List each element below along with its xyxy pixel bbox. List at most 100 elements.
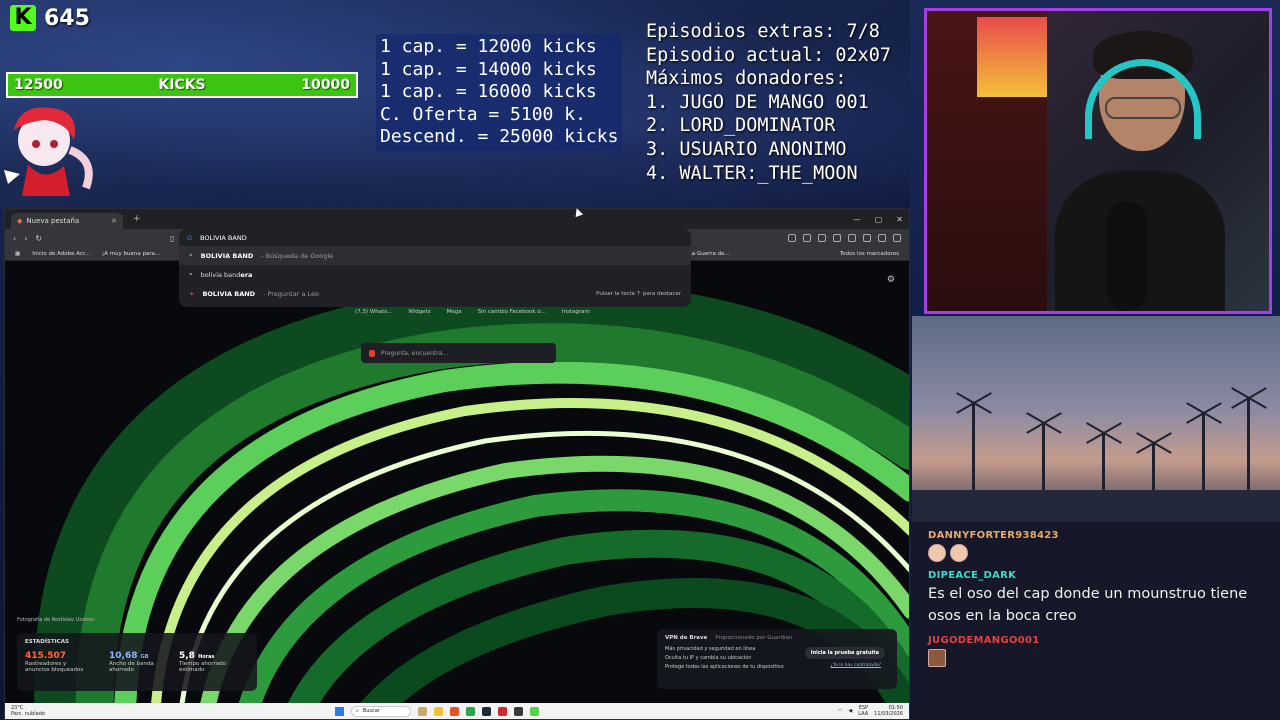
music-icon[interactable] — [848, 234, 856, 242]
quick-link[interactable]: Widgets — [408, 309, 430, 315]
brave-search-box[interactable]: Pregunta, encuentra... — [361, 343, 556, 363]
language-indicator[interactable]: ESP LAA — [858, 705, 868, 717]
chat-username[interactable]: DIPEACE_DARK — [928, 570, 1264, 581]
app-icon[interactable] — [482, 706, 491, 716]
anime-mascot-image — [4, 107, 93, 196]
chat-username[interactable]: DANNYFORTER938423 — [928, 530, 1264, 541]
extension-icon[interactable] — [788, 234, 796, 242]
extension-icon[interactable] — [803, 234, 811, 242]
close-tab-icon[interactable]: ✕ — [111, 217, 117, 225]
system-tray: ◠ ◀ ESP LAA 01:50 11/03/2026 — [838, 705, 903, 717]
suggestion-item[interactable]: ⌕ bolivia bandera — [179, 265, 691, 284]
chat-message: DIPEACE_DARK Es el oso del cap donde un … — [928, 570, 1264, 627]
search-icon: ⌕ — [189, 270, 193, 278]
app-icon[interactable] — [418, 706, 427, 716]
episodes-line: Episodio actual: 02x07 — [646, 44, 892, 66]
lang-bottom: LAA — [858, 711, 869, 717]
clock[interactable]: 01:50 11/03/2026 — [874, 705, 903, 717]
donor-line: 1. JUGO DE MANGO 001 — [646, 91, 869, 113]
windmills-scene — [912, 316, 1280, 522]
taskbar-search-label: Buscar — [362, 708, 380, 714]
google-icon: G — [187, 233, 193, 242]
suggestion-item[interactable]: ✦ BOLIVIA BAND - Preguntar a Leo Pulsar … — [179, 284, 691, 303]
stat-number: 5,8 — [179, 651, 195, 661]
window-controls: — ▢ ✕ — [853, 215, 903, 224]
emote-icon — [928, 649, 946, 667]
kicks-goal-bar: 12500 KICKS 10000 — [6, 72, 358, 98]
title-bar: ◆ Nueva pestaña ✕ + — ▢ ✕ — [5, 209, 909, 229]
extension-icon[interactable] — [818, 234, 826, 242]
address-bar[interactable]: G BOLIVIA BAND — [179, 229, 691, 246]
all-bookmarks[interactable]: Todos los marcadores — [840, 251, 899, 257]
stat-number: 10,68 — [109, 651, 138, 661]
taskbar-search[interactable]: ⌕ Buscar — [351, 705, 411, 717]
kick-logo-icon: K — [10, 5, 36, 31]
price-list: 1 cap. = 12000 kicks 1 cap. = 14000 kick… — [376, 34, 623, 151]
close-window-icon[interactable]: ✕ — [896, 215, 903, 224]
reload-icon[interactable]: ↻ — [35, 234, 42, 243]
back-icon[interactable]: ‹ — [13, 234, 16, 243]
vpn-trial-button[interactable]: Inicia la prueba gratuita — [804, 647, 885, 659]
kick-app-icon[interactable] — [530, 706, 539, 716]
stat-label: Rastreadores y anuncios bloqueados — [25, 661, 84, 673]
wallet-icon[interactable] — [878, 234, 886, 242]
tab-new-tab[interactable]: ◆ Nueva pestaña ✕ — [11, 213, 123, 229]
donor-line: 3. USUARIO ANONIMO — [646, 138, 847, 160]
bookmark-icon[interactable]: ▯ — [170, 234, 174, 243]
new-tab-button[interactable]: + — [133, 214, 141, 224]
quick-link[interactable]: Sin cambio Facebook o... — [478, 309, 546, 315]
apps-icon[interactable]: ▦ — [15, 251, 20, 257]
stat-item: 5,8 Horas Tiempo ahorrado estimado — [179, 651, 229, 673]
emote-row — [928, 649, 1264, 667]
quick-link[interactable]: (7,3) Whats... — [355, 309, 392, 315]
kick-counter: K 645 — [10, 5, 90, 31]
chat-message: DANNYFORTER938423 — [928, 530, 1264, 562]
chat-text: Es el oso del cap donde un mounstruo tie… — [928, 586, 1248, 624]
download-icon[interactable] — [833, 234, 841, 242]
stat-unit: GB — [140, 654, 149, 660]
bookmark-item[interactable]: Inicio de Adobe Acr... — [32, 251, 90, 257]
volume-icon[interactable]: ◀ — [848, 708, 852, 714]
quick-link[interactable]: Mega — [447, 309, 462, 315]
photo-credit: Fotografía de Rostislav Uzunov — [17, 617, 95, 623]
minimize-icon[interactable]: — — [853, 215, 861, 224]
app-icon[interactable] — [498, 706, 507, 716]
brave-icon[interactable] — [450, 706, 459, 716]
turbine-icon — [1247, 399, 1250, 494]
new-tab-page: ⚙ (7,3) Whats... Widgets Mega Sin cambio… — [5, 261, 909, 703]
settings-gear-icon[interactable]: ⚙ — [887, 275, 895, 285]
turbine-icon — [972, 404, 975, 494]
chat-username[interactable]: JUGODEMANGO001 — [928, 635, 1264, 646]
bookmark-item[interactable]: ¡A muy buena para... — [102, 251, 160, 257]
maximize-icon[interactable]: ▢ — [875, 215, 883, 224]
ground — [912, 490, 1280, 522]
address-text[interactable]: BOLIVIA BAND — [200, 234, 247, 242]
webcam-feed — [924, 8, 1272, 314]
chat-panel: DANNYFORTER938423 DIPEACE_DARK Es el oso… — [912, 522, 1280, 720]
goal-label: KICKS — [158, 77, 206, 93]
file-explorer-icon[interactable] — [434, 706, 443, 716]
app-icon[interactable] — [514, 706, 523, 716]
chat-message: JUGODEMANGO001 — [928, 635, 1264, 667]
windows-start-icon[interactable] — [335, 706, 344, 716]
quick-link[interactable]: Instagram — [562, 309, 590, 315]
vpn-already-link[interactable]: ¿Ya lo has contratado? — [831, 663, 882, 668]
stats-row: 415.507 Rastreadores y anuncios bloquead… — [25, 651, 249, 673]
stat-unit: Horas — [198, 654, 215, 660]
search-icon: ⌕ — [356, 708, 359, 714]
stats-card: ESTADÍSTICAS 415.507 Rastreadores y anun… — [17, 633, 257, 691]
app-icon[interactable] — [466, 706, 475, 716]
episodes-line: Máximos donadores: — [646, 68, 847, 90]
suggestion-completion: era — [240, 270, 253, 279]
wifi-icon[interactable]: ◠ — [838, 708, 842, 714]
vpn-title: VPN de Brave — [665, 635, 708, 641]
weather-widget[interactable]: 23°C Parc. nublado — [11, 705, 45, 717]
forward-icon[interactable]: › — [24, 234, 27, 243]
browser-window: ◆ Nueva pestaña ✕ + — ▢ ✕ ‹ › ↻ ▯ G BOLI… — [4, 208, 910, 720]
sidebar-icon[interactable] — [863, 234, 871, 242]
stats-title: ESTADÍSTICAS — [25, 639, 69, 645]
emote-icon — [950, 544, 968, 562]
turbine-icon — [1152, 444, 1155, 494]
menu-icon[interactable] — [893, 234, 901, 242]
suggestion-item[interactable]: ⌕ BOLIVIA BAND - Búsqueda de Google — [179, 246, 691, 265]
